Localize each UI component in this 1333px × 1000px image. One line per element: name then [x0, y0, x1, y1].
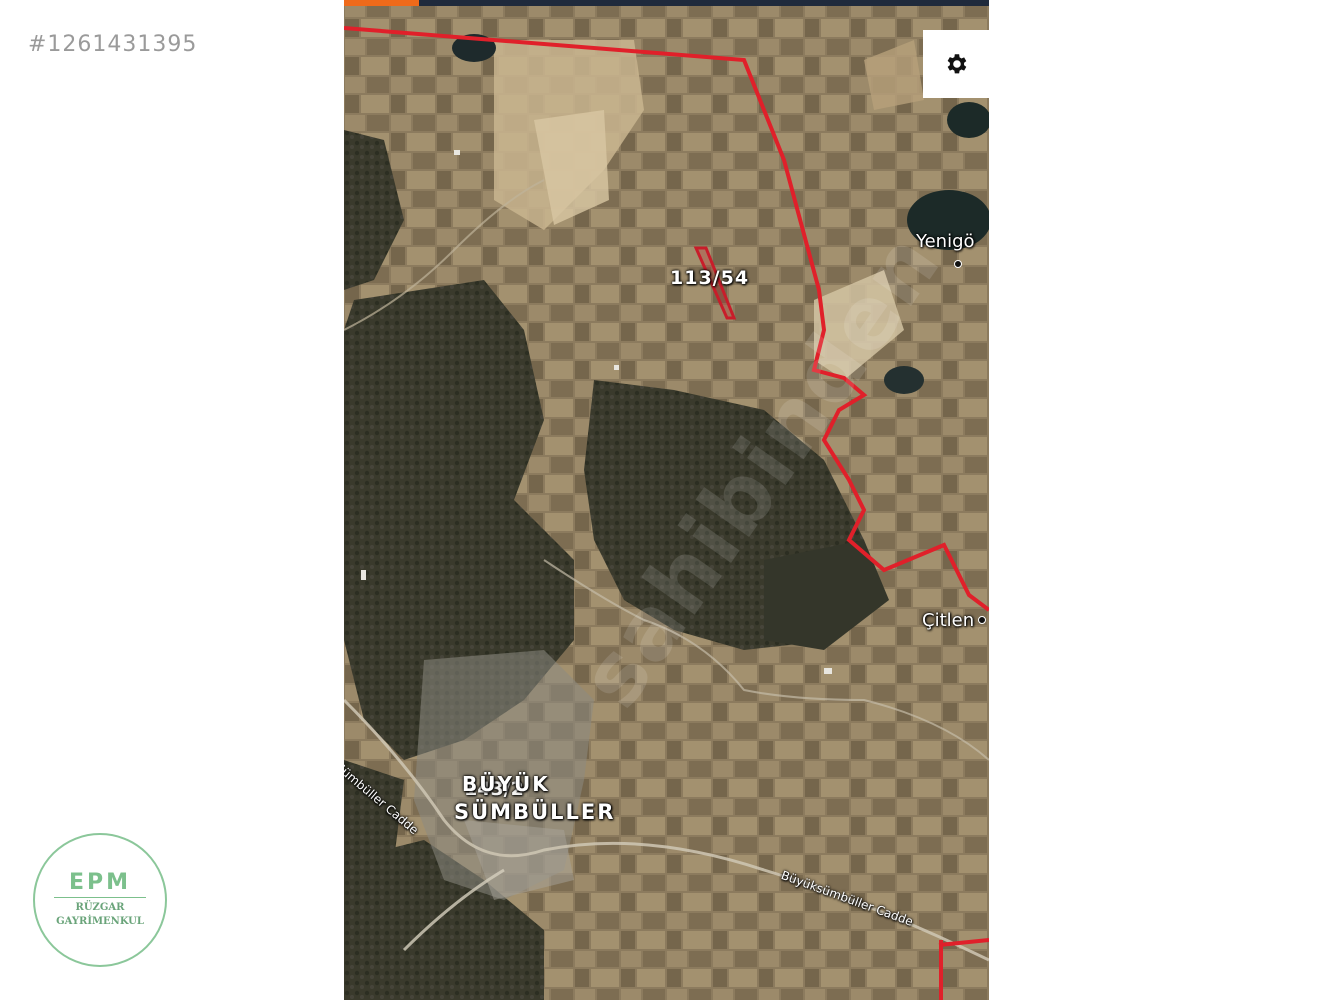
logo-line2: GAYRİMENKUL — [56, 915, 144, 927]
listing-id: #1261431395 — [28, 32, 198, 57]
place-label-citlen: Çitlen — [922, 610, 975, 631]
village-label-line1: BÜYÜK — [462, 772, 550, 796]
top-bar-accent — [344, 0, 419, 6]
agency-logo: EPM RÜZGAR GAYRİMENKUL — [33, 833, 167, 967]
parcel-label: 113/54 — [670, 267, 750, 289]
gear-icon — [947, 54, 967, 74]
logo-line1: RÜZGAR — [75, 901, 125, 913]
map-view[interactable]: sahibinden 113/54 Yenigö Çitlen 143/2 BÜ… — [344, 0, 989, 1000]
satellite-imagery — [344, 0, 989, 1000]
top-bar — [344, 0, 989, 6]
place-marker-icon — [954, 260, 962, 268]
logo-divider — [54, 896, 146, 898]
settings-button[interactable] — [923, 30, 989, 98]
village-label-line2: SÜMBÜLLER — [454, 800, 616, 824]
logo-mark: EPM — [68, 869, 132, 895]
place-marker-icon — [978, 616, 986, 624]
place-label-yenigol: Yenigö — [916, 231, 975, 252]
